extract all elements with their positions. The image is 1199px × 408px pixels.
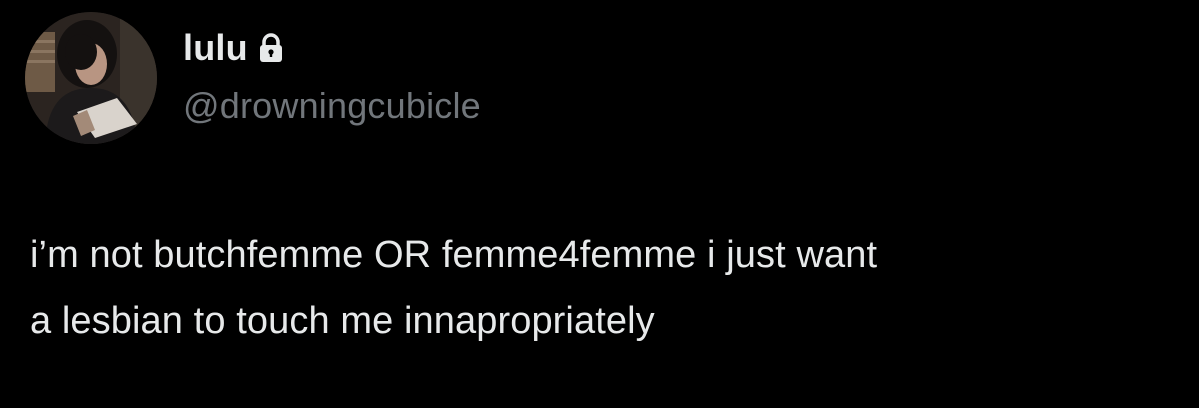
author-name-row: lulu <box>183 26 284 70</box>
avatar[interactable] <box>25 12 157 144</box>
display-name[interactable]: lulu <box>183 26 248 70</box>
lock-icon <box>258 32 284 64</box>
tweet-text-line: i’m not butchfemme OR femme4femme i just… <box>30 234 878 276</box>
tweet-text-line: a lesbian to touch me innapropriately <box>30 300 655 342</box>
tweet-card: lulu @drowningcubicle i’m not butchfemme… <box>0 0 1199 408</box>
user-handle[interactable]: @drowningcubicle <box>183 84 481 128</box>
tweet-text: i’m not butchfemme OR femme4femme i just… <box>30 222 1180 354</box>
avatar-photo <box>25 12 157 144</box>
